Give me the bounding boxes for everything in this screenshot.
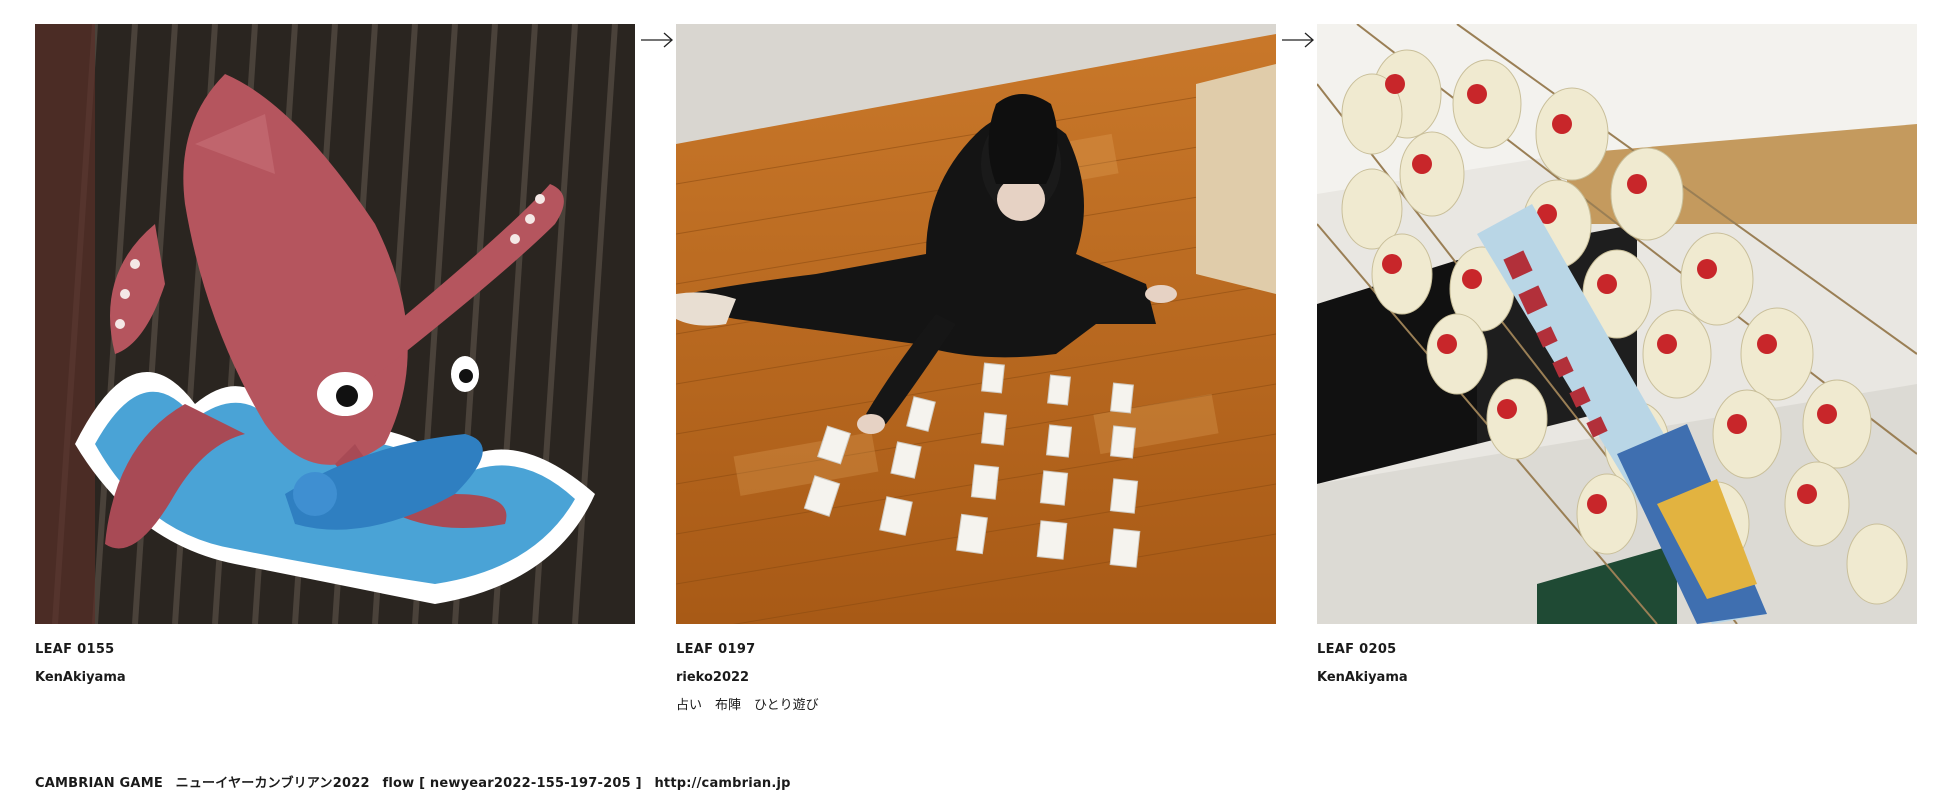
leaf-author[interactable]: KenAkiyama <box>1317 664 1917 692</box>
leaf-author[interactable]: rieko2022 <box>676 664 1276 692</box>
event-name[interactable]: ニューイヤーカンブリアン2022 <box>176 776 370 791</box>
leaf-memo: 占い 布陣 ひとり遊び <box>676 698 819 713</box>
site-url-link[interactable]: http://cambrian.jp <box>654 776 790 791</box>
page-footer: CAMBRIAN GAME ニューイヤーカンブリアン2022 flow [ ne… <box>35 772 799 791</box>
leaf-caption: LEAF 0205 KenAkiyama <box>1317 636 1917 692</box>
leaf-author[interactable]: KenAkiyama <box>35 664 635 692</box>
leaf-title[interactable]: LEAF 0155 <box>35 636 635 664</box>
fortune-cards-floor-photo[interactable] <box>676 24 1276 624</box>
squid-sculpture-photo[interactable] <box>35 24 635 624</box>
leaf-card-0205: LEAF 0205 KenAkiyama <box>1317 24 1917 692</box>
site-name[interactable]: CAMBRIAN GAME <box>35 776 163 791</box>
leaf-title[interactable]: LEAF 0205 <box>1317 636 1917 664</box>
lanterns-banner-photo[interactable] <box>1317 24 1917 624</box>
leaf-card-0155: LEAF 0155 KenAkiyama <box>35 24 635 692</box>
arrow-right-icon <box>641 32 673 48</box>
leaf-caption: LEAF 0155 KenAkiyama <box>35 636 635 692</box>
leaf-title[interactable]: LEAF 0197 <box>676 636 1276 664</box>
leaf-caption: LEAF 0197 rieko2022 占い 布陣 ひとり遊び <box>676 636 1276 720</box>
arrow-right-icon <box>1282 32 1314 48</box>
leaf-card-0197: LEAF 0197 rieko2022 占い 布陣 ひとり遊び <box>676 24 1276 720</box>
flow-id: flow [ newyear2022-155-197-205 ] <box>382 776 642 791</box>
